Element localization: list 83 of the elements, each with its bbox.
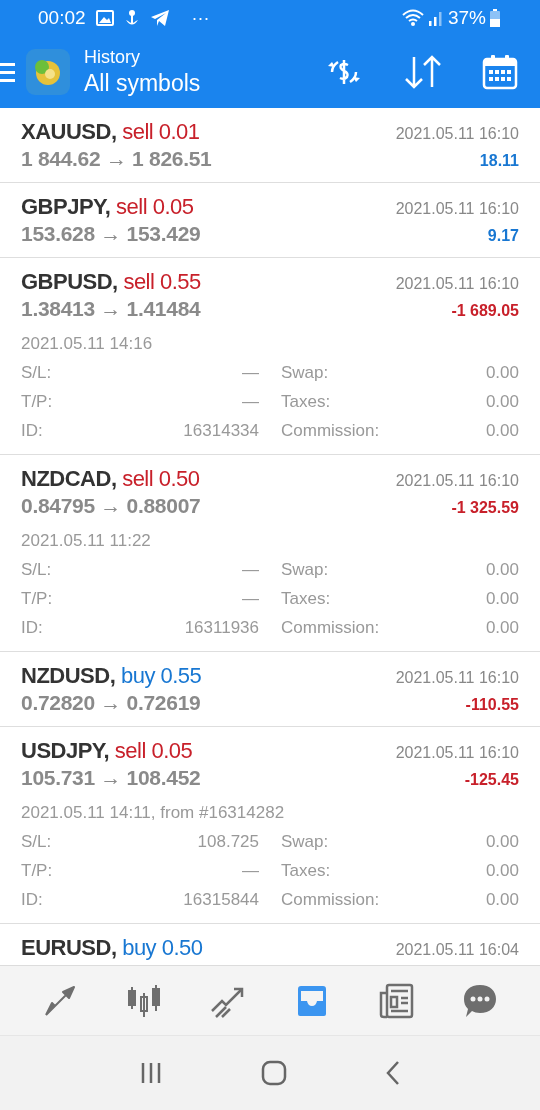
profit-value: -1 689.05 xyxy=(451,301,519,321)
detail-label: ID: xyxy=(21,420,43,442)
close-time: 2021.05.11 16:10 xyxy=(395,743,519,763)
status-time: 00:02 xyxy=(38,5,86,30)
detail-label: Commission: xyxy=(281,889,380,911)
detail-value: — xyxy=(242,362,259,384)
trade-title: EURUSD, buy 0.50 xyxy=(21,934,203,962)
detail-value: 0.00 xyxy=(485,831,519,853)
detail-value: 16311936 xyxy=(184,617,259,639)
open-time: 2021.05.11 14:16 xyxy=(21,333,154,355)
detail-label: ID: xyxy=(21,617,43,639)
detail-label: Swap: xyxy=(281,559,329,581)
close-time: 2021.05.11 16:10 xyxy=(395,274,519,294)
detail-label: Swap: xyxy=(281,831,329,853)
profit-value: 9.17 xyxy=(487,226,519,246)
detail-value: 0.00 xyxy=(485,391,519,413)
detail-label: Swap: xyxy=(281,362,329,384)
more-notifications: ··· xyxy=(191,6,210,30)
detail-value: — xyxy=(242,588,259,610)
detail-value: — xyxy=(242,860,259,882)
detail-label: Taxes: xyxy=(281,588,331,610)
trade-title: GBPJPY, sell 0.05 xyxy=(21,193,194,221)
detail-label: Commission: xyxy=(281,420,380,442)
detail-label: Taxes: xyxy=(281,391,331,413)
detail-value: — xyxy=(242,391,259,413)
back-icon[interactable] xyxy=(385,1060,401,1086)
home-icon[interactable] xyxy=(261,1060,287,1086)
detail-value: 0.00 xyxy=(485,860,519,882)
profit-value: 18.11 xyxy=(479,151,519,171)
close-time: 2021.05.11 16:04 xyxy=(395,940,519,960)
detail-label: S/L: xyxy=(21,362,52,384)
detail-label: ID: xyxy=(21,889,43,911)
detail-value: 0.00 xyxy=(485,420,519,442)
detail-label: S/L: xyxy=(21,831,52,853)
image-icon xyxy=(95,10,114,26)
detail-label: T/P: xyxy=(21,588,53,610)
profit-value: -110.55 xyxy=(465,695,519,715)
trade-title: USDJPY, sell 0.05 xyxy=(21,737,193,765)
detail-value: 0.00 xyxy=(485,559,519,581)
calendar-icon[interactable] xyxy=(482,54,518,90)
price-range: 0.72820 → 0.72619 xyxy=(21,690,201,716)
detail-value: 0.00 xyxy=(485,889,519,911)
price-range: 105.731 → 108.452 xyxy=(21,765,201,791)
app-logo xyxy=(26,49,70,95)
menu-icon[interactable] xyxy=(0,60,16,84)
close-time: 2021.05.11 16:10 xyxy=(395,124,519,144)
sort-icon[interactable] xyxy=(404,55,442,89)
price-range: 1.38413 → 1.41484 xyxy=(21,296,201,322)
detail-value: 16315844 xyxy=(183,889,259,911)
screen-subtitle: All symbols xyxy=(84,69,201,98)
anchor-icon xyxy=(123,9,140,27)
detail-value: 16314334 xyxy=(183,420,259,442)
price-range: 0.84795 → 0.88007 xyxy=(21,493,201,519)
battery-percent: 37% xyxy=(447,5,486,30)
wifi-icon xyxy=(401,9,424,27)
detail-value: 0.00 xyxy=(485,588,519,610)
close-time: 2021.05.11 16:10 xyxy=(395,199,519,219)
detail-label: T/P: xyxy=(21,391,53,413)
profit-value: -1 325.59 xyxy=(451,498,519,518)
paper-plane-icon xyxy=(149,9,170,27)
price-range: 153.628 → 153.429 xyxy=(21,221,201,247)
detail-value: 0.00 xyxy=(485,362,519,384)
signal-icon xyxy=(427,9,444,27)
recent-apps-icon[interactable] xyxy=(139,1061,163,1085)
trade-title: GBPUSD, sell 0.55 xyxy=(21,268,201,296)
battery-icon xyxy=(490,9,500,27)
detail-label: Commission: xyxy=(281,617,380,639)
close-time: 2021.05.11 16:10 xyxy=(395,471,519,491)
profit-value: -125.45 xyxy=(464,770,519,790)
detail-label: S/L: xyxy=(21,559,52,581)
detail-value: 0.00 xyxy=(485,617,519,639)
detail-label: Taxes: xyxy=(281,860,331,882)
price-range: 1 844.62 → 1 826.51 xyxy=(21,146,212,172)
trade-title: NZDCAD, sell 0.50 xyxy=(21,465,200,493)
detail-value: — xyxy=(242,559,259,581)
detail-value: 108.725 xyxy=(197,831,259,853)
screen-title: History xyxy=(84,46,141,68)
close-time: 2021.05.11 16:10 xyxy=(395,668,519,688)
detail-label: T/P: xyxy=(21,860,53,882)
trade-title: XAUUSD, sell 0.01 xyxy=(21,118,200,146)
open-time: 2021.05.11 14:11, from #16314282 xyxy=(21,802,286,824)
open-time: 2021.05.11 11:22 xyxy=(21,530,152,552)
trade-title: NZDUSD, buy 0.55 xyxy=(21,662,202,690)
